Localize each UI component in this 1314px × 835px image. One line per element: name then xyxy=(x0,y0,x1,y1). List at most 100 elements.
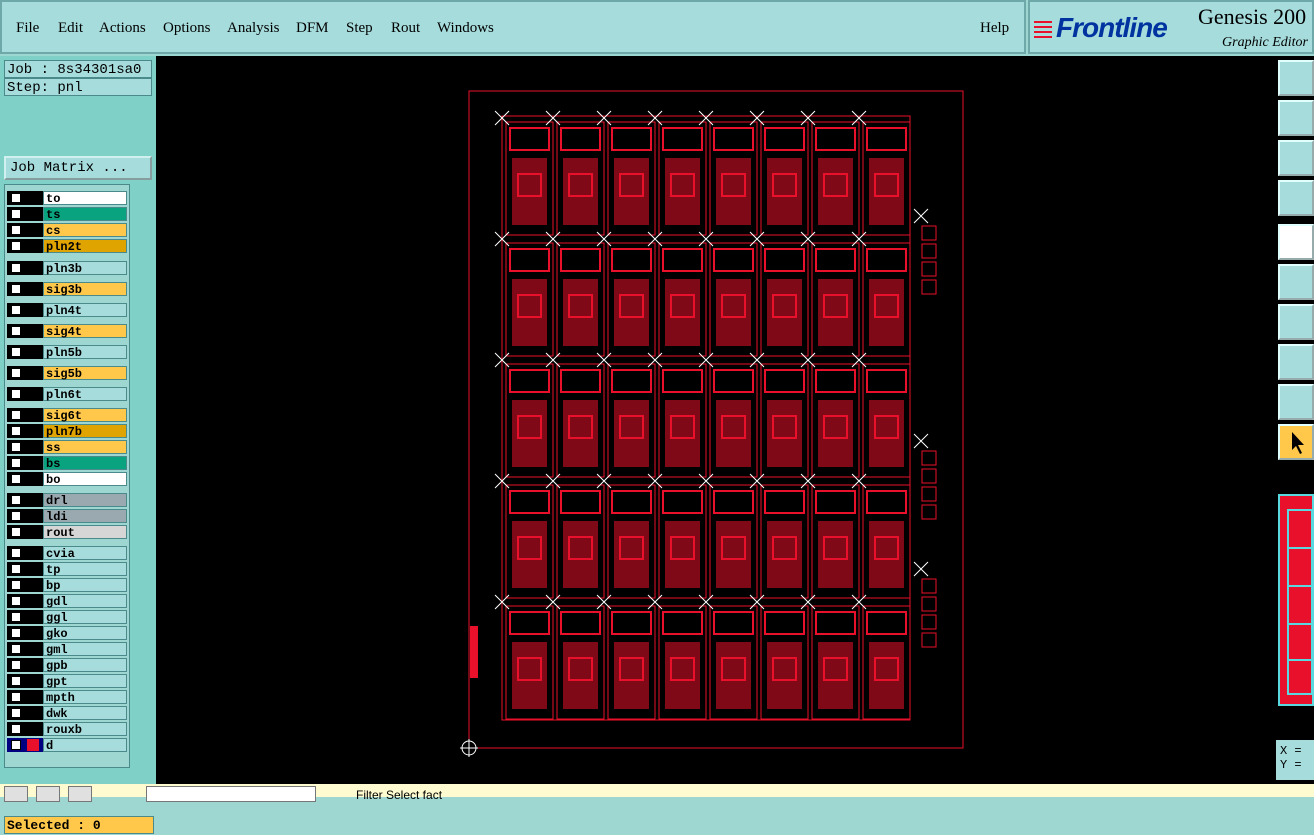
layer-name[interactable]: gpb xyxy=(43,658,127,673)
graphic-canvas[interactable] xyxy=(156,56,1276,784)
layer-row-dwk[interactable]: dwk xyxy=(7,706,127,721)
layer-name[interactable]: gpt xyxy=(43,674,127,689)
layer-checkbox[interactable] xyxy=(11,724,21,734)
layer-row-cvia[interactable]: cvia xyxy=(7,546,127,561)
layer-checkbox[interactable] xyxy=(11,511,21,521)
layer-checkbox[interactable] xyxy=(11,225,21,235)
layer-name[interactable]: ts xyxy=(43,207,127,222)
layer-name[interactable]: ggl xyxy=(43,610,127,625)
layer-name[interactable]: gml xyxy=(43,642,127,657)
layer-checkbox[interactable] xyxy=(11,368,21,378)
layer-name[interactable]: sig6t xyxy=(43,408,127,423)
layer-row-pln2t[interactable]: pln2t xyxy=(7,239,127,254)
layer-row-bs[interactable]: bs xyxy=(7,456,127,471)
layer-row-d[interactable]: d xyxy=(7,738,127,753)
layer-row-bo[interactable]: bo xyxy=(7,472,127,487)
layer-row-gko[interactable]: gko xyxy=(7,626,127,641)
layer-name[interactable]: dwk xyxy=(43,706,127,721)
layer-row-to[interactable]: to xyxy=(7,191,127,206)
layer-checkbox[interactable] xyxy=(11,708,21,718)
layer-checkbox[interactable] xyxy=(11,628,21,638)
export-icon[interactable] xyxy=(1278,60,1314,96)
overview-minimap[interactable] xyxy=(1278,494,1314,706)
layer-row-ts[interactable]: ts xyxy=(7,207,127,222)
layer-name[interactable]: pln3b xyxy=(43,261,127,276)
layer-name[interactable]: bs xyxy=(43,456,127,471)
layer-name[interactable]: rouxb xyxy=(43,722,127,737)
layer-name[interactable]: ss xyxy=(43,440,127,455)
layer-row-sig3b[interactable]: sig3b xyxy=(7,282,127,297)
layer-checkbox[interactable] xyxy=(11,426,21,436)
layer-checkbox[interactable] xyxy=(11,740,21,750)
job-matrix-button[interactable]: Job Matrix ... xyxy=(4,156,152,180)
layer-name[interactable]: ldi xyxy=(43,509,127,524)
layer-checkbox[interactable] xyxy=(11,347,21,357)
layer-checkbox[interactable] xyxy=(11,410,21,420)
layer-name[interactable]: sig5b xyxy=(43,366,127,381)
layer-checkbox[interactable] xyxy=(11,241,21,251)
pointer-icon[interactable] xyxy=(1278,424,1314,460)
layer-name[interactable]: tp xyxy=(43,562,127,577)
layer-row-rouxb[interactable]: rouxb xyxy=(7,722,127,737)
layer-name[interactable]: mpth xyxy=(43,690,127,705)
menu-dfm[interactable]: DFM xyxy=(296,20,329,37)
menu-file[interactable]: File xyxy=(16,20,39,37)
layer-name[interactable]: sig3b xyxy=(43,282,127,297)
layer-name[interactable]: gko xyxy=(43,626,127,641)
layer-row-gml[interactable]: gml xyxy=(7,642,127,657)
triangle-icon[interactable] xyxy=(1278,384,1314,420)
zoom-fit-icon[interactable] xyxy=(1278,140,1314,176)
menu-edit[interactable]: Edit xyxy=(58,20,83,37)
layer-checkbox[interactable] xyxy=(11,263,21,273)
status-button[interactable] xyxy=(36,786,60,802)
layer-checkbox[interactable] xyxy=(11,564,21,574)
layer-row-gpt[interactable]: gpt xyxy=(7,674,127,689)
layer-name[interactable]: pln6t xyxy=(43,387,127,402)
layer-row-drl[interactable]: drl xyxy=(7,493,127,508)
layer-name[interactable]: pln5b xyxy=(43,345,127,360)
menu-step[interactable]: Step xyxy=(346,20,373,37)
pad-icon[interactable] xyxy=(1278,344,1314,380)
layer-row-gdl[interactable]: gdl xyxy=(7,594,127,609)
layer-name[interactable]: pln4t xyxy=(43,303,127,318)
layer-checkbox[interactable] xyxy=(11,458,21,468)
layer-checkbox[interactable] xyxy=(11,692,21,702)
layer-name[interactable]: pln2t xyxy=(43,239,127,254)
layer-row-ss[interactable]: ss xyxy=(7,440,127,455)
layer-row-bp[interactable]: bp xyxy=(7,578,127,593)
layer-checkbox[interactable] xyxy=(11,389,21,399)
menu-actions[interactable]: Actions xyxy=(99,20,146,37)
status-button[interactable] xyxy=(4,786,28,802)
layer-checkbox[interactable] xyxy=(11,580,21,590)
layer-row-sig6t[interactable]: sig6t xyxy=(7,408,127,423)
menu-help[interactable]: Help xyxy=(980,20,1009,37)
layer-name[interactable]: cs xyxy=(43,223,127,238)
command-input[interactable] xyxy=(146,786,316,802)
layer-row-ldi[interactable]: ldi xyxy=(7,509,127,524)
connect-icon[interactable] xyxy=(1278,264,1314,300)
layer-checkbox[interactable] xyxy=(11,209,21,219)
layer-row-tp[interactable]: tp xyxy=(7,562,127,577)
layer-name[interactable]: d xyxy=(43,738,127,753)
layer-name[interactable]: sig4t xyxy=(43,324,127,339)
layer-checkbox[interactable] xyxy=(11,326,21,336)
layer-row-pln3b[interactable]: pln3b xyxy=(7,261,127,276)
status-button[interactable] xyxy=(68,786,92,802)
layer-row-pln6t[interactable]: pln6t xyxy=(7,387,127,402)
layer-row-sig4t[interactable]: sig4t xyxy=(7,324,127,339)
layer-name[interactable]: bp xyxy=(43,578,127,593)
layer-checkbox[interactable] xyxy=(11,474,21,484)
layer-checkbox[interactable] xyxy=(11,442,21,452)
import-icon[interactable] xyxy=(1278,100,1314,136)
layer-row-pln7b[interactable]: pln7b xyxy=(7,424,127,439)
layer-row-rout[interactable]: rout xyxy=(7,525,127,540)
layer-name[interactable]: pln7b xyxy=(43,424,127,439)
layer-row-gpb[interactable]: gpb xyxy=(7,658,127,673)
menu-windows[interactable]: Windows xyxy=(437,20,494,37)
layer-name[interactable]: to xyxy=(43,191,127,206)
menu-analysis[interactable]: Analysis xyxy=(227,20,280,37)
layer-row-sig5b[interactable]: sig5b xyxy=(7,366,127,381)
layer-row-pln5b[interactable]: pln5b xyxy=(7,345,127,360)
layer-checkbox[interactable] xyxy=(11,305,21,315)
layer-checkbox[interactable] xyxy=(11,612,21,622)
